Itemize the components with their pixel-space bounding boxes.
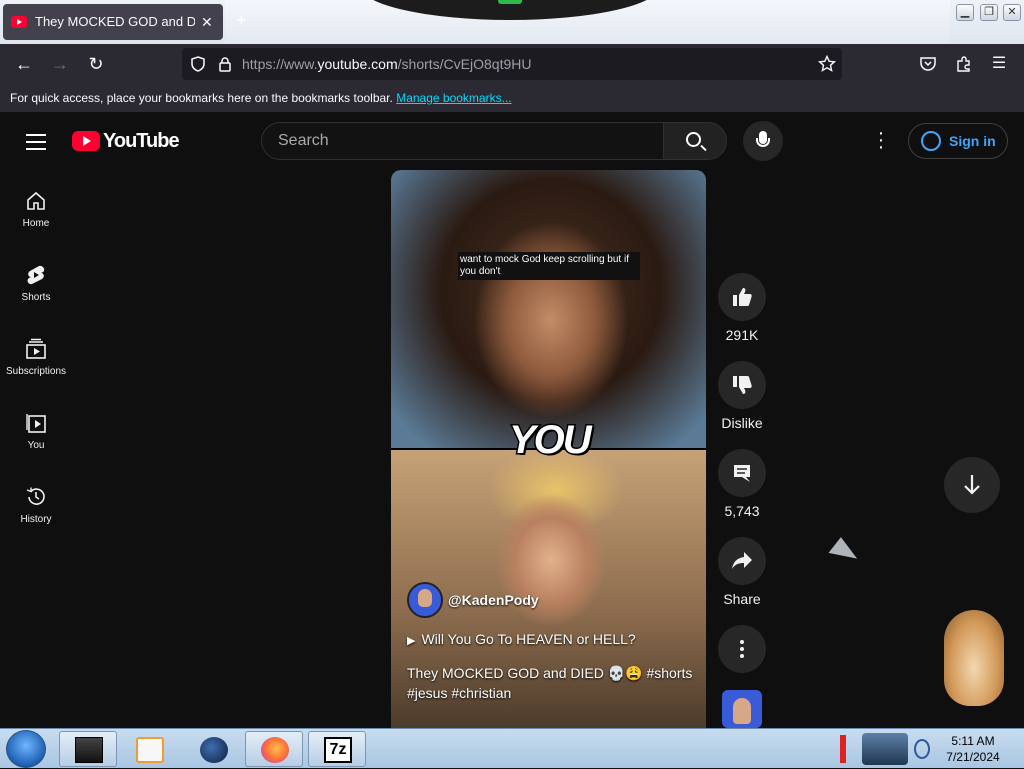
- more-vert-icon: [740, 640, 744, 658]
- forward-arrow-icon[interactable]: →: [49, 54, 71, 74]
- taskbar-app-firefox[interactable]: [245, 731, 303, 767]
- firefox-icon: [261, 737, 289, 763]
- youtube-header: YouTube Search · · · Sign in: [0, 112, 1024, 170]
- channel-avatar[interactable]: [407, 582, 443, 618]
- comment-icon: [734, 465, 750, 482]
- action-center-icon[interactable]: [914, 739, 930, 759]
- minimize-button[interactable]: ▁: [956, 4, 974, 21]
- tab-close-icon[interactable]: ✕: [201, 14, 213, 31]
- history-icon: [26, 487, 45, 505]
- reload-icon[interactable]: ↻: [85, 54, 107, 74]
- comment-count: 5,743: [724, 503, 760, 519]
- network-tray-icon[interactable]: [862, 733, 908, 765]
- globe-app-icon: [200, 737, 228, 763]
- taskbar-app-terminal[interactable]: [59, 731, 117, 767]
- show-hidden-icons-indicator[interactable]: [840, 735, 846, 763]
- video-frame-top: [391, 170, 706, 448]
- video-description[interactable]: They MOCKED GOD and DIED 💀😩 #shorts #jes…: [407, 663, 697, 703]
- dislike-button[interactable]: [718, 361, 766, 409]
- extensions-icon[interactable]: [955, 55, 973, 73]
- terminal-app-icon: [75, 737, 103, 763]
- youtube-logo-icon[interactable]: [72, 131, 100, 151]
- voice-search-button[interactable]: [743, 121, 783, 161]
- mouse-cursor-icon: [828, 537, 862, 569]
- sign-in-button[interactable]: Sign in: [908, 123, 1008, 159]
- subscriptions-icon: [26, 338, 46, 359]
- arrow-down-icon: [964, 475, 980, 495]
- video-caption: want to mock God keep scrolling but if y…: [458, 252, 640, 280]
- browser-tab-active[interactable]: They MOCKED GOD and DIED 💀 ✕: [3, 4, 223, 40]
- clock-time: 5:11 AM: [951, 734, 995, 748]
- sidebar-item-label: You: [27, 440, 45, 451]
- share-button[interactable]: [718, 537, 766, 585]
- 7zip-icon: 7z: [324, 737, 352, 763]
- search-icon: [686, 132, 701, 147]
- app-menu-icon[interactable]: ☰: [988, 54, 1010, 74]
- comments-button[interactable]: [718, 449, 766, 497]
- pocket-icon[interactable]: [919, 55, 937, 73]
- dislike-label: Dislike: [721, 415, 763, 431]
- sidebar-item-label: Shorts: [21, 292, 51, 303]
- search-button[interactable]: [663, 122, 727, 160]
- sidebar-item-shorts[interactable]: Shorts: [0, 264, 72, 303]
- bookmarks-toolbar: For quick access, place your bookmarks h…: [0, 84, 1024, 112]
- browser-tab-strip: They MOCKED GOD and DIED 💀 ✕ + ▁ ❐ ✕: [0, 0, 1024, 44]
- settings-kebab-icon[interactable]: · · ·: [873, 123, 889, 157]
- windows-taskbar: 7z 5:11 AM 7/21/2024: [0, 728, 1024, 768]
- maximize-button[interactable]: ❐: [980, 4, 998, 21]
- like-count: 291K: [725, 327, 759, 343]
- bookmark-star-icon[interactable]: [818, 55, 836, 73]
- sidebar-item-you[interactable]: You: [0, 412, 72, 451]
- youtube-favicon-icon: [11, 16, 27, 28]
- sidebar-item-label: Home: [22, 218, 50, 229]
- linked-video-title[interactable]: Will You Go To HEAVEN or HELL?: [407, 631, 635, 647]
- taskbar-clock[interactable]: 5:11 AM 7/21/2024: [930, 733, 1016, 765]
- video-overlay-word: YOU: [508, 417, 594, 464]
- start-orb-button[interactable]: [6, 730, 46, 768]
- sign-in-label: Sign in: [949, 133, 996, 149]
- media-player-icon: [136, 737, 164, 763]
- share-arrow-icon: [732, 552, 752, 569]
- browser-nav-bar: ← → ↻ https://www.youtube.com/shorts/CvE…: [0, 44, 1024, 84]
- youtube-logo-text[interactable]: YouTube: [103, 130, 180, 153]
- url-bar[interactable]: https://www.youtube.com/shorts/CvEjO8qt9…: [182, 48, 842, 80]
- thumbs-up-icon: [733, 288, 752, 306]
- shorts-icon: [27, 265, 45, 285]
- lock-icon[interactable]: [218, 56, 232, 72]
- taskbar-app-media-player[interactable]: [120, 731, 178, 767]
- sidebar-item-home[interactable]: Home: [0, 190, 72, 229]
- bookmarks-hint-text: For quick access, place your bookmarks h…: [10, 91, 393, 105]
- you-library-icon: [26, 414, 46, 433]
- channel-name[interactable]: @KadenPody: [448, 592, 539, 608]
- like-button[interactable]: [718, 273, 766, 321]
- guide-menu-icon[interactable]: [26, 134, 46, 155]
- shield-icon[interactable]: [190, 56, 206, 72]
- new-tab-button[interactable]: +: [236, 10, 247, 31]
- sidebar-item-subscriptions[interactable]: Subscriptions: [0, 338, 72, 377]
- more-actions-button[interactable]: [718, 625, 766, 673]
- thumbs-down-icon: [733, 376, 752, 394]
- clock-date: 7/21/2024: [946, 750, 1000, 764]
- account-icon: [921, 131, 941, 151]
- tab-title: They MOCKED GOD and DIED 💀: [35, 14, 195, 29]
- desktop-hamster-mascot: [944, 610, 1004, 706]
- home-icon: [27, 191, 45, 210]
- url-text[interactable]: https://www.youtube.com/shorts/CvEjO8qt9…: [242, 56, 531, 72]
- taskbar-app-globe[interactable]: [184, 731, 242, 767]
- channel-pivot-thumbnail[interactable]: [722, 690, 762, 728]
- sidebar-item-label: History: [20, 514, 52, 525]
- manage-bookmarks-link[interactable]: Manage bookmarks...: [396, 91, 511, 105]
- share-label: Share: [723, 591, 761, 607]
- next-short-button[interactable]: [944, 457, 1000, 513]
- taskbar-app-7zip[interactable]: 7z: [308, 731, 366, 767]
- sidebar-item-history[interactable]: History: [0, 486, 72, 525]
- close-window-button[interactable]: ✕: [1003, 4, 1021, 21]
- back-arrow-icon[interactable]: ←: [13, 54, 35, 74]
- search-input[interactable]: Search: [261, 122, 663, 160]
- shorts-video-player[interactable]: want to mock God keep scrolling but if y…: [391, 170, 706, 730]
- sidebar-item-label: Subscriptions: [5, 366, 67, 377]
